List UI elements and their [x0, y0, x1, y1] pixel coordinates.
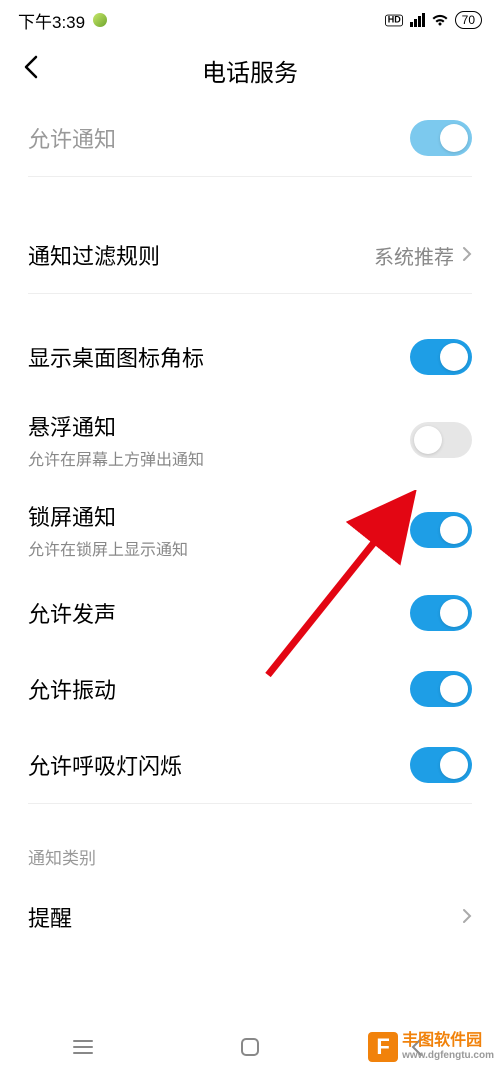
nav-header: 电话服务	[0, 40, 500, 100]
row-allow-sound[interactable]: 允许发声	[0, 575, 500, 651]
status-bar: 下午3:39 HD 70	[0, 0, 500, 40]
row-filter-rules[interactable]: 通知过滤规则 系统推荐	[0, 217, 500, 293]
battery-icon: 70	[455, 11, 482, 29]
row-lock-notify[interactable]: 锁屏通知 允许在锁屏上显示通知	[0, 485, 500, 575]
allow-sound-label: 允许发声	[28, 597, 116, 629]
lock-notify-label: 锁屏通知	[28, 500, 188, 532]
lock-notify-desc: 允许在锁屏上显示通知	[28, 536, 188, 560]
hd-icon: HD	[385, 14, 403, 26]
row-float-notify[interactable]: 悬浮通知 允许在屏幕上方弹出通知	[0, 395, 500, 485]
toggle-allow-notify[interactable]	[410, 120, 472, 156]
float-notify-desc: 允许在屏幕上方弹出通知	[28, 446, 204, 470]
row-allow-vibrate[interactable]: 允许振动	[0, 651, 500, 727]
filter-rules-value: 系统推荐	[374, 241, 454, 270]
watermark: F 丰图软件园 www.dgfengtu.com	[368, 1032, 494, 1062]
float-notify-label: 悬浮通知	[28, 410, 204, 442]
page-title: 电话服务	[202, 53, 298, 88]
toggle-lock-notify[interactable]	[410, 512, 472, 548]
row-reminder[interactable]: 提醒	[0, 879, 500, 955]
toggle-float-notify[interactable]	[410, 422, 472, 458]
wifi-icon	[431, 13, 449, 27]
status-app-icon	[93, 13, 107, 27]
chevron-right-icon	[462, 242, 472, 268]
allow-breath-label: 允许呼吸灯闪烁	[28, 749, 182, 781]
filter-rules-label: 通知过滤规则	[28, 239, 160, 271]
allow-vibrate-label: 允许振动	[28, 673, 116, 705]
nav-menu-icon[interactable]	[58, 1038, 108, 1061]
toggle-allow-vibrate[interactable]	[410, 671, 472, 707]
toggle-desktop-badge[interactable]	[410, 339, 472, 375]
watermark-logo-icon: F	[368, 1032, 398, 1062]
chevron-right-icon	[462, 904, 472, 930]
watermark-url: www.dgfengtu.com	[402, 1051, 494, 1061]
toggle-allow-sound[interactable]	[410, 595, 472, 631]
row-allow-notify[interactable]: 允许通知	[0, 100, 500, 176]
status-time: 下午3:39	[18, 8, 85, 33]
toggle-allow-breath[interactable]	[410, 747, 472, 783]
row-allow-breath[interactable]: 允许呼吸灯闪烁	[0, 727, 500, 803]
watermark-name: 丰图软件园	[402, 1033, 494, 1049]
reminder-label: 提醒	[28, 901, 72, 933]
nav-home-icon[interactable]	[225, 1036, 275, 1063]
row-desktop-badge[interactable]: 显示桌面图标角标	[0, 319, 500, 395]
back-icon[interactable]	[22, 53, 42, 87]
signal-icon	[410, 13, 425, 27]
section-title-category: 通知类别	[0, 804, 500, 879]
allow-notify-label: 允许通知	[28, 122, 116, 154]
desktop-badge-label: 显示桌面图标角标	[28, 341, 204, 373]
